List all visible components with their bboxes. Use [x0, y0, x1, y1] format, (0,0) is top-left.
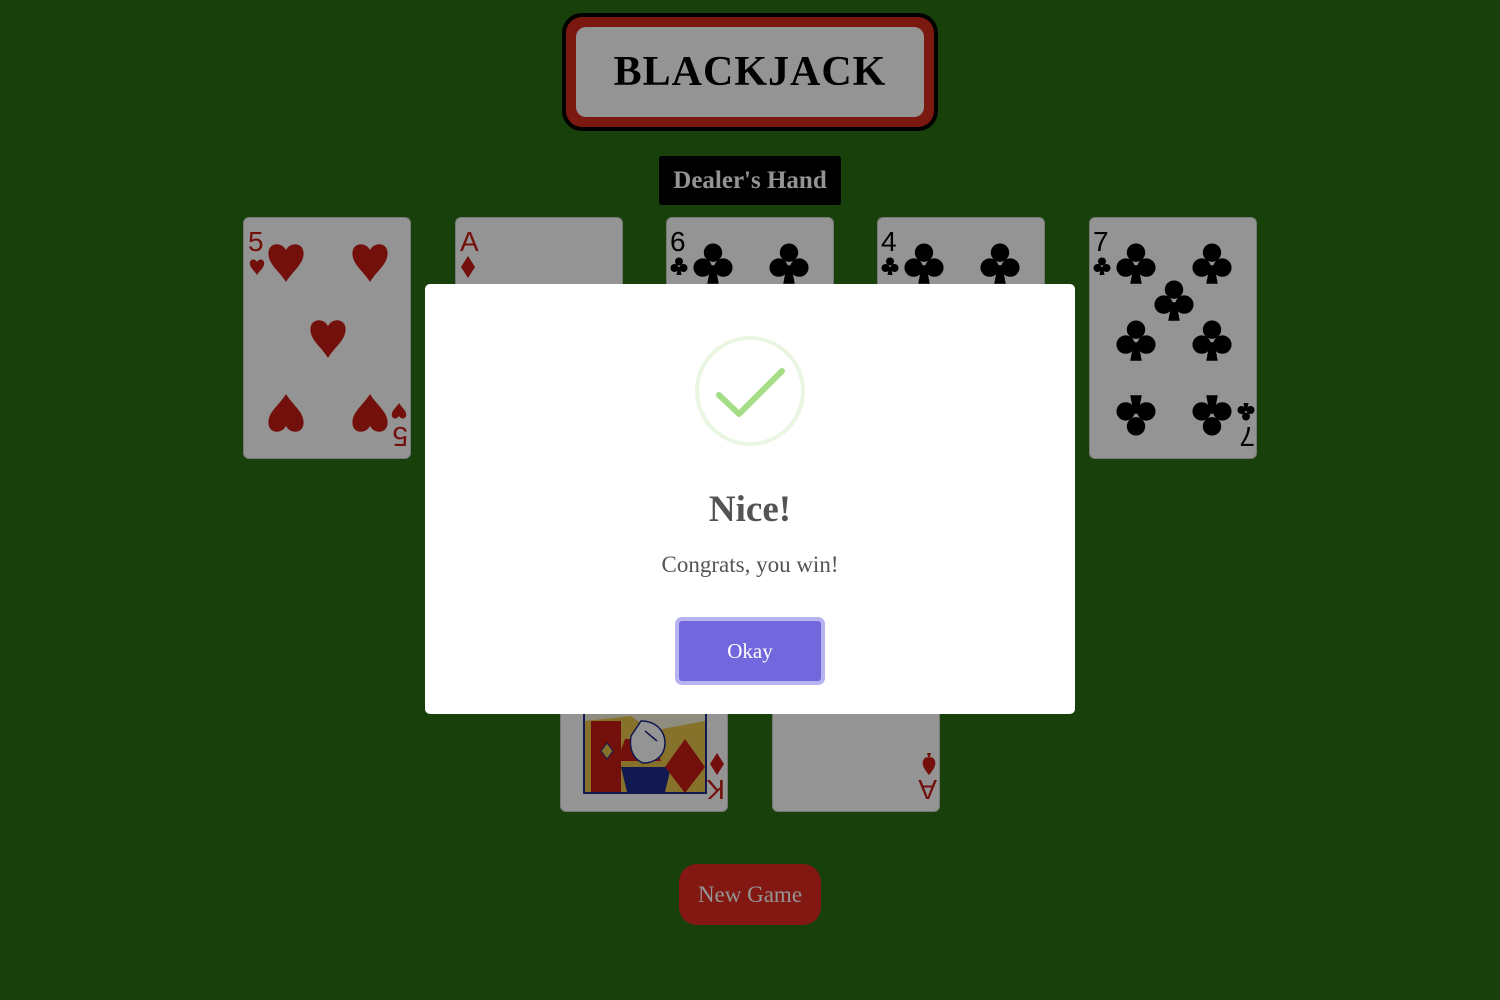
okay-button[interactable]: Okay: [675, 617, 825, 685]
win-dialog: Nice! Congrats, you win! Okay: [425, 284, 1075, 714]
dialog-message: Congrats, you win!: [661, 552, 839, 577]
dialog-title: Nice!: [708, 489, 792, 530]
check-circle-icon: [694, 335, 806, 447]
